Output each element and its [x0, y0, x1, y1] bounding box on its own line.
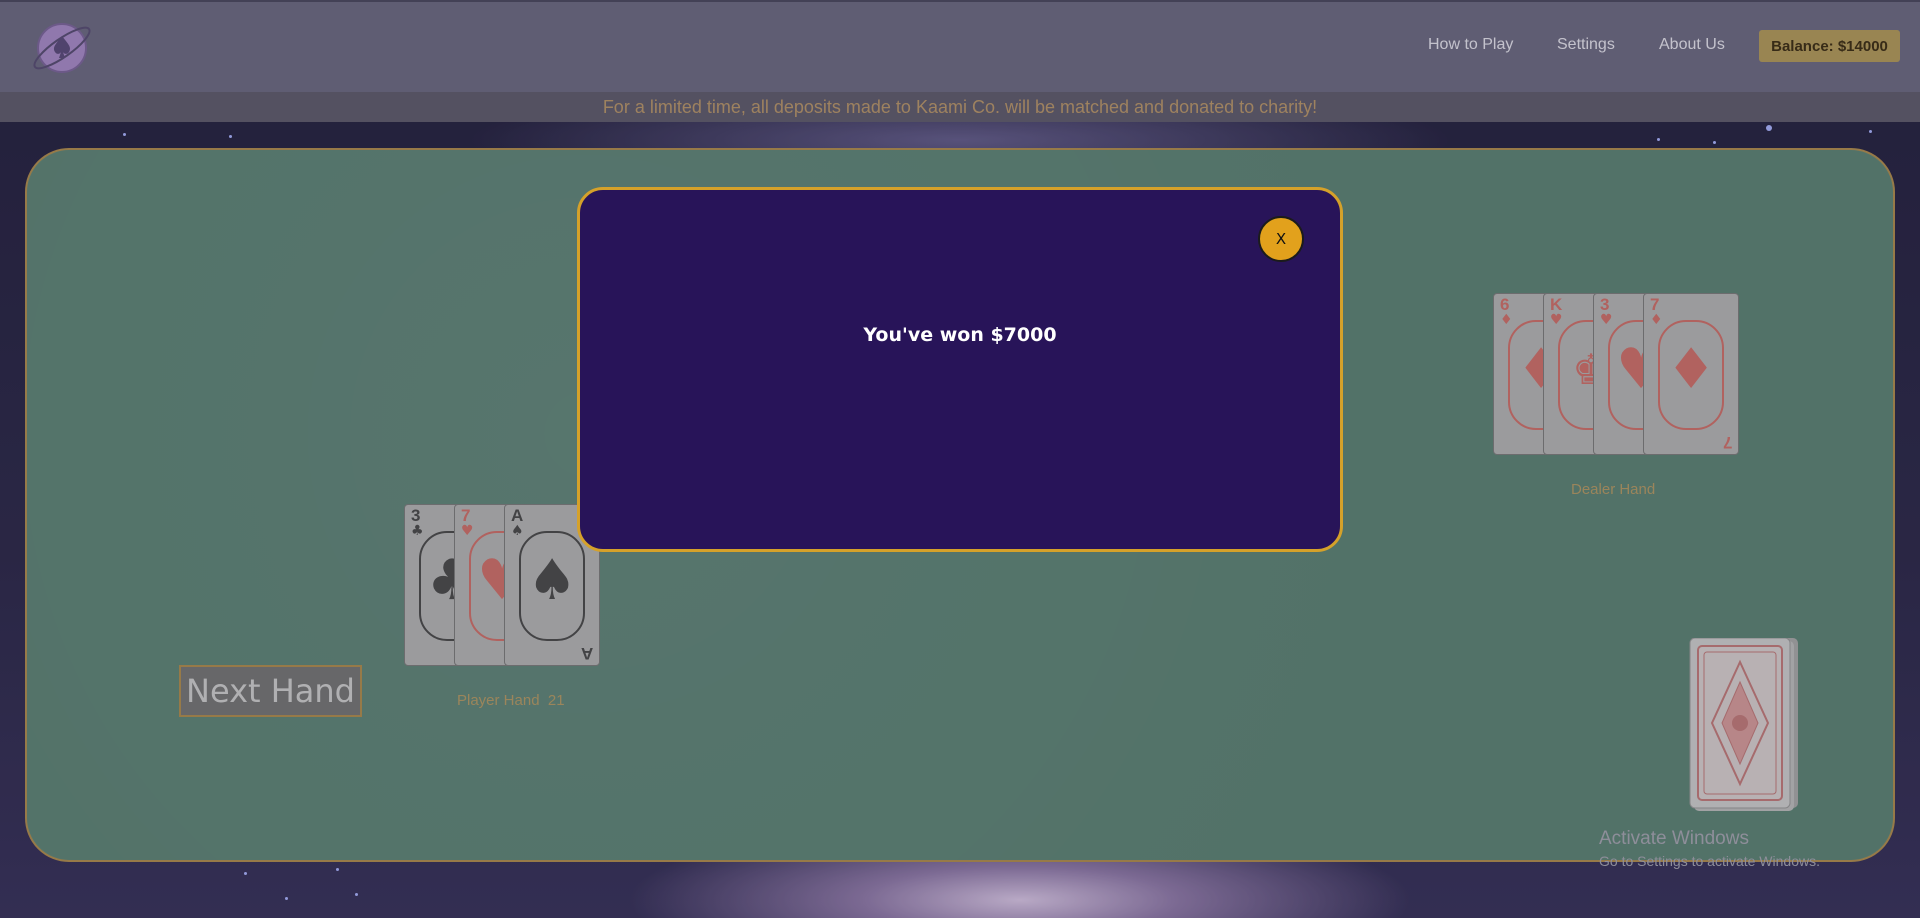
card-suit: ♦ — [1650, 312, 1663, 328]
card-suit: ♥ — [1550, 312, 1563, 328]
card-deck-icon[interactable] — [1688, 638, 1800, 812]
diamond-icon: ♦ — [1666, 337, 1717, 402]
activate-windows-title: Activate Windows — [1599, 828, 1749, 849]
top-navbar: How to Play Settings About Us Balance: $… — [0, 0, 1920, 92]
card-suit: ♣ — [411, 523, 424, 539]
promo-banner: For a limited time, all deposits made to… — [0, 92, 1920, 122]
player-hand-label: Player Hand 21 — [457, 692, 565, 709]
card-rank-bottom: 7 — [1722, 433, 1732, 452]
win-modal: X You've won $7000 — [577, 187, 1343, 552]
dealer-card: 7 ♦ ♦ 7 — [1643, 293, 1739, 455]
nav-how-to-play[interactable]: How to Play — [1428, 36, 1513, 54]
nav-about-us[interactable]: About Us — [1659, 36, 1725, 54]
card-suit: ♠ — [511, 523, 524, 539]
dealer-hand-label: Dealer Hand — [1571, 481, 1656, 498]
card-rank-bottom: A — [580, 644, 593, 663]
balance-badge[interactable]: Balance: $14000 — [1759, 30, 1900, 62]
close-modal-button[interactable]: X — [1258, 216, 1304, 262]
activate-windows-subtitle: Go to Settings to activate Windows. — [1599, 853, 1820, 869]
next-hand-button[interactable]: Next Hand — [179, 665, 362, 717]
nav-settings[interactable]: Settings — [1557, 36, 1615, 54]
card-suit: ♥ — [461, 523, 474, 539]
spade-icon: ♠ — [527, 548, 578, 613]
card-suit: ♦ — [1500, 312, 1513, 328]
planet-spade-logo-icon[interactable] — [30, 16, 94, 80]
win-message: You've won $7000 — [863, 324, 1057, 346]
card-suit: ♥ — [1600, 312, 1613, 328]
